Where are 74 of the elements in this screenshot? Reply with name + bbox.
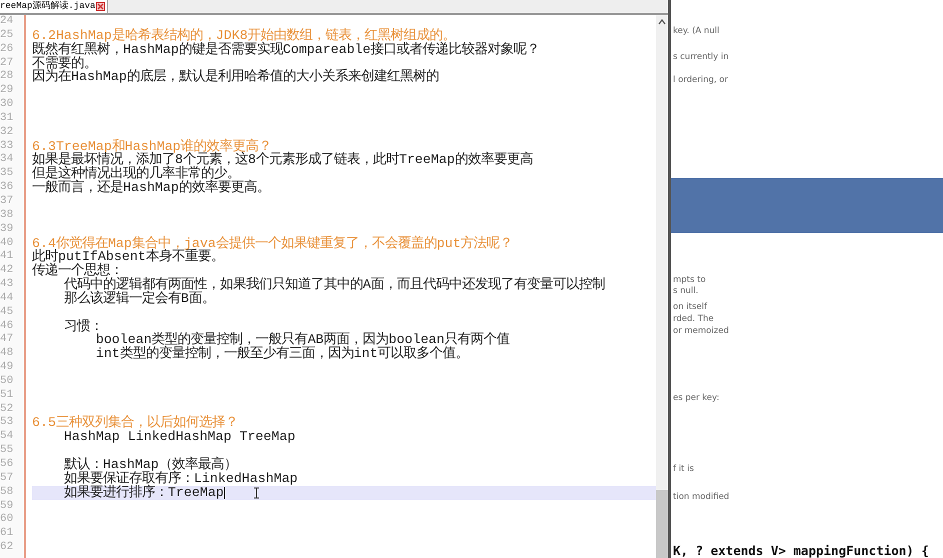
line-number: 43 [0,278,14,292]
text-line: HashMap LinkedHashMap TreeMap [62,430,296,444]
line-number: 62 [0,541,14,555]
text-line: 默认：HashMap（效率最高） [62,458,237,472]
doc-text: rded. The [673,314,715,325]
text-line: 代码中的逻辑都有两面性，如果我们只知道了其中的A面，而且代码中还发现了有变量可以控制 [62,278,605,292]
doc-text: on itself [673,302,708,313]
line-number: 27 [0,56,14,70]
doc-text: key. (A null [673,26,720,37]
line-number: 35 [0,167,14,182]
line-number: 52 [0,402,14,416]
code-line: K, ? extends V> mappingFunction) { [673,543,930,558]
doc-text: s null. [673,286,700,297]
line-number: 25 [0,28,14,43]
line-number: 50 [0,374,14,389]
line-number: 59 [0,500,14,514]
line-number: 41 [0,250,14,264]
doc-text: es per key: [673,393,720,404]
doc-text: mpts to [673,275,707,286]
line-number: 46 [0,320,14,334]
line-number: 55 [0,444,14,458]
line-number: 54 [0,430,14,444]
doc-text: s currently in [673,52,730,63]
text-line: 那么该逻辑一定会有B面。 [62,292,215,306]
line-number: 28 [0,70,14,84]
line-number: 45 [0,306,14,320]
text-line: 因为在HashMap的底层，默认是利用哈希值的大小关系来创建红黑树的 [32,70,439,84]
line-number: 39 [0,222,14,236]
text-line: 一般而言，还是HashMap的效率要更高。 [32,181,270,195]
line-number: 57 [0,472,14,486]
line-number: 38 [0,208,14,223]
doc-text: l ordering, or [673,75,729,86]
text-line: 传递一个思想： [32,264,123,278]
line-number: 44 [0,292,14,306]
line-number: 40 [0,236,14,250]
line-number: 33 [0,140,14,154]
text-line: 不需要的。 [32,56,97,70]
text-line: 如果要保证存取有序：LinkedHashMap [62,472,298,486]
section-heading: 6.5三种双列集合，以后如何选择？ [32,416,238,430]
scroll-up-icon[interactable] [658,19,666,25]
line-number: 36 [0,181,14,195]
text-line: 既然有红黑树，HashMap的键是否需要实现Compareable接口或者传递比较器对象呢？ [32,42,540,57]
section-heading: 6.2HashMap是哈希表结构的，JDK8开始由数组，链表，红黑树组成的。 [32,28,456,43]
line-number: 51 [0,388,14,403]
line-number: 30 [0,98,14,112]
text-line: boolean类型的变量控制，一般只有AB两面，因为boolean只有两个值 [94,333,510,348]
text-caret [224,486,225,499]
line-number: 61 [0,527,14,542]
ibeam-cursor-icon [252,486,260,499]
line-number: 47 [0,333,14,348]
line-number: 34 [0,153,14,168]
scrollbar-thumb[interactable] [656,490,668,558]
line-number: 31 [0,112,14,126]
text-line: int类型的变量控制，一般至少有三面，因为int可以取多个值。 [94,347,469,362]
doc-text: f it is [673,464,695,475]
line-number: 53 [0,416,14,430]
section-heading: 6.3TreeMap和HashMap谁的效率更高？ [32,140,272,154]
doc-text: or memoized [673,326,730,337]
line-number: 48 [0,347,14,362]
line-number: 24 [0,15,14,29]
line-number: 49 [0,361,14,375]
line-number: 58 [0,486,14,500]
doc-text: tion modified [673,492,730,503]
line-number: 60 [0,513,14,528]
line-number: 42 [0,264,14,278]
line-number: 26 [0,42,14,57]
file-tab[interactable]: reeMap源码解读.java [0,0,108,13]
text-line: 如果要进行排序：TreeMap [62,486,224,500]
line-number: 56 [0,458,14,472]
line-number: 32 [0,126,14,140]
close-icon[interactable] [96,2,106,11]
line-number: 29 [0,84,14,98]
text-line: 习惯： [62,320,103,334]
line-number: 37 [0,194,14,209]
